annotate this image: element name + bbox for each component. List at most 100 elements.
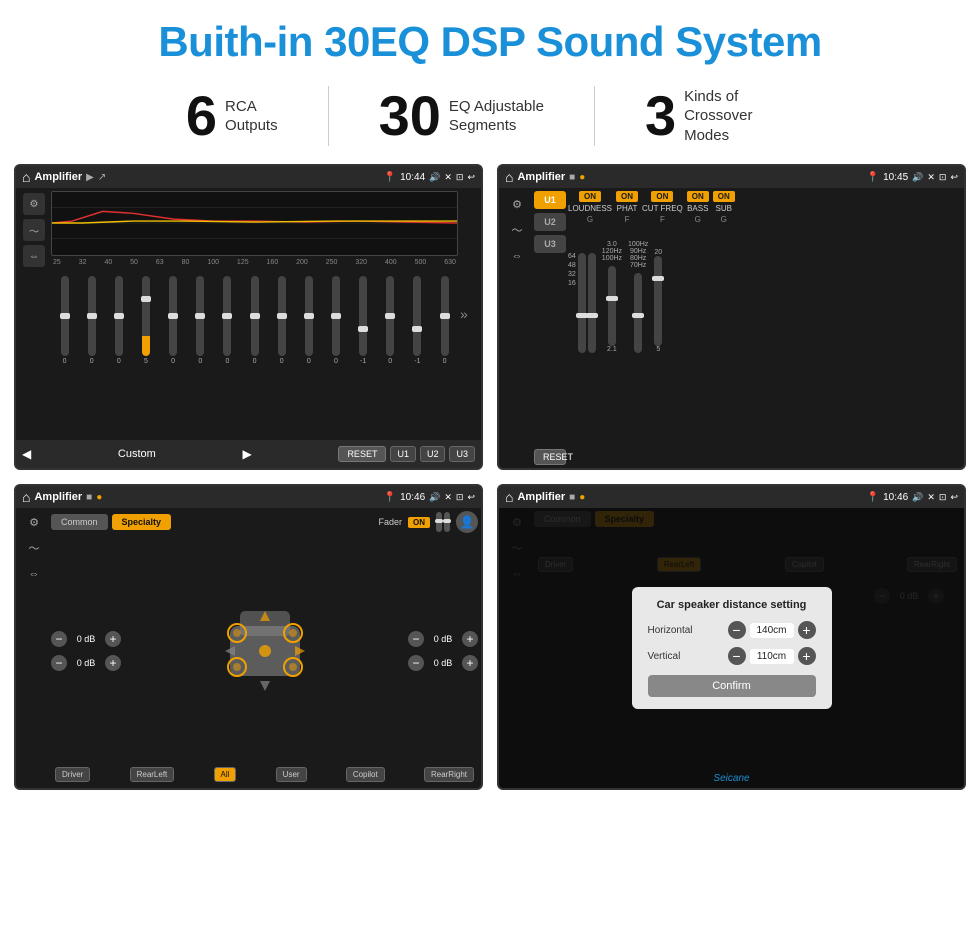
db-val-tl: 0 dB [71,634,101,644]
expand-arrow[interactable]: » [460,191,478,437]
db-plus-tr[interactable]: + [462,631,478,647]
user-button[interactable]: User [276,767,307,782]
stat-rca-number: 6 [186,88,217,144]
next-preset-button[interactable]: ▶ [243,447,252,461]
close-icon-1: ✕ [444,172,452,183]
v-slider-bass[interactable] [634,273,642,353]
rearright-button[interactable]: RearRight [424,767,474,782]
fader-slider-1[interactable] [436,512,442,532]
stat-rca: 6 RCAOutputs [136,88,328,144]
home-icon-3[interactable]: ⌂ [22,489,30,505]
page-title: Buith-in 30EQ DSP Sound System [0,0,980,76]
slider-val: 0 [90,358,94,365]
eq-slider[interactable] [441,276,449,356]
eq-slider[interactable] [386,276,394,356]
dist-screen-content: ⚙ 〜 ⇔ Common Specialty Driver RearLeft C… [499,508,964,788]
eq-slider[interactable] [278,276,286,356]
eq-slider[interactable] [169,276,177,356]
channel-u1[interactable]: U1 [534,191,566,209]
v-slider-loudness-2[interactable] [588,253,596,353]
eq-slider[interactable] [332,276,340,356]
v-slider-loudness-1[interactable] [578,253,586,353]
vertical-row: Vertical − 110cm + [648,647,816,665]
home-icon-1[interactable]: ⌂ [22,169,30,185]
phat-on[interactable]: ON [616,191,638,202]
profile-icon[interactable]: 👤 [456,511,478,533]
seicane-brand: Seicane [713,773,749,784]
driver-button[interactable]: Driver [55,767,90,782]
db-plus-br[interactable]: + [462,655,478,671]
app-title-2: Amplifier [517,171,565,183]
spk-balance-icon[interactable]: ⇔ [23,563,45,585]
slider-val: 5 [144,358,148,365]
status-bar-2: ⌂ Amplifier ■ ● 📍 10:45 🔊 ✕ ⊡ ↩ [499,166,964,188]
sub-on[interactable]: ON [713,191,735,202]
db-plus-bl[interactable]: + [105,655,121,671]
bass-on[interactable]: ON [687,191,709,202]
freq-label: 32 [79,259,87,266]
amp-settings-icon[interactable]: ⚙ [506,193,528,215]
amp-wave-icon[interactable]: 〜 [506,219,528,241]
vertical-control: − 110cm + [728,647,816,665]
confirm-button[interactable]: Confirm [648,675,816,697]
eq-slider[interactable] [142,276,150,356]
sub-group: ON SUB G [713,191,735,224]
spk-wave-icon[interactable]: 〜 [23,537,45,559]
eq-slider[interactable] [61,276,69,356]
reset-button[interactable]: RESET [338,446,386,462]
eq-slider[interactable] [115,276,123,356]
settings-icon-4: ■ [569,492,575,503]
db-minus-tl[interactable]: − [51,631,67,647]
vertical-plus[interactable]: + [798,647,816,665]
v-slider-cutfreq[interactable] [608,266,616,346]
u1-button[interactable]: U1 [390,446,416,462]
u3-button[interactable]: U3 [449,446,475,462]
eq-slider[interactable] [413,276,421,356]
copilot-button[interactable]: Copilot [346,767,385,782]
eq-slider[interactable] [359,276,367,356]
rearleft-button[interactable]: RearLeft [130,767,175,782]
v-slider-sub[interactable] [654,256,662,346]
tab-specialty[interactable]: Specialty [112,514,172,530]
db-minus-bl[interactable]: − [51,655,67,671]
db-plus-tl[interactable]: + [105,631,121,647]
freq-label: 200 [296,259,308,266]
db-minus-br[interactable]: − [408,655,424,671]
home-icon-4[interactable]: ⌂ [505,489,513,505]
amp-reset-button[interactable]: RESET [534,449,566,465]
eq-balance-icon[interactable]: ⇔ [23,245,45,267]
eq-slider[interactable] [88,276,96,356]
eq-sidebar: ⚙ 〜 ⇔ [19,191,49,437]
eq-slider[interactable] [196,276,204,356]
tab-common[interactable]: Common [51,514,108,530]
eq-slider[interactable] [223,276,231,356]
u2-button[interactable]: U2 [420,446,446,462]
slider-val: 0 [334,358,338,365]
prev-preset-button[interactable]: ◀ [22,447,31,461]
spk-settings-icon[interactable]: ⚙ [23,511,45,533]
eq-slider[interactable] [251,276,259,356]
vertical-minus[interactable]: − [728,647,746,665]
horizontal-minus[interactable]: − [728,621,746,639]
eq-bottom-bar: ◀ Custom ▶ RESET U1 U2 U3 [16,440,481,468]
amp-on-buttons: ON LOUDNESS G ON PHAT F ON CUT FREQ [568,191,961,224]
home-icon-2[interactable]: ⌂ [505,169,513,185]
cutfreq-on[interactable]: ON [651,191,673,202]
fader-slider-2[interactable] [444,512,450,532]
speaker-screen-content: ⚙ 〜 ⇔ Common Specialty Fader ON [16,508,481,788]
channel-u3[interactable]: U3 [534,235,566,253]
channel-u2[interactable]: U2 [534,213,566,231]
eq-slider[interactable] [305,276,313,356]
fader-on-badge[interactable]: ON [408,517,430,528]
status-left-4: ⌂ Amplifier ■ ● [505,489,585,505]
db-minus-tr[interactable]: − [408,631,424,647]
loudness-on[interactable]: ON [579,191,601,202]
slider-col: 0 [80,276,103,365]
horizontal-plus[interactable]: + [798,621,816,639]
eq-settings-icon[interactable]: ⚙ [23,193,45,215]
db-row-topright: − 0 dB + [408,631,478,647]
amp-balance-icon[interactable]: ⇔ [506,245,528,267]
all-button[interactable]: All [214,767,237,782]
left-db-controls: − 0 dB + − 0 dB + [51,540,121,761]
eq-wave-icon[interactable]: 〜 [23,219,45,241]
